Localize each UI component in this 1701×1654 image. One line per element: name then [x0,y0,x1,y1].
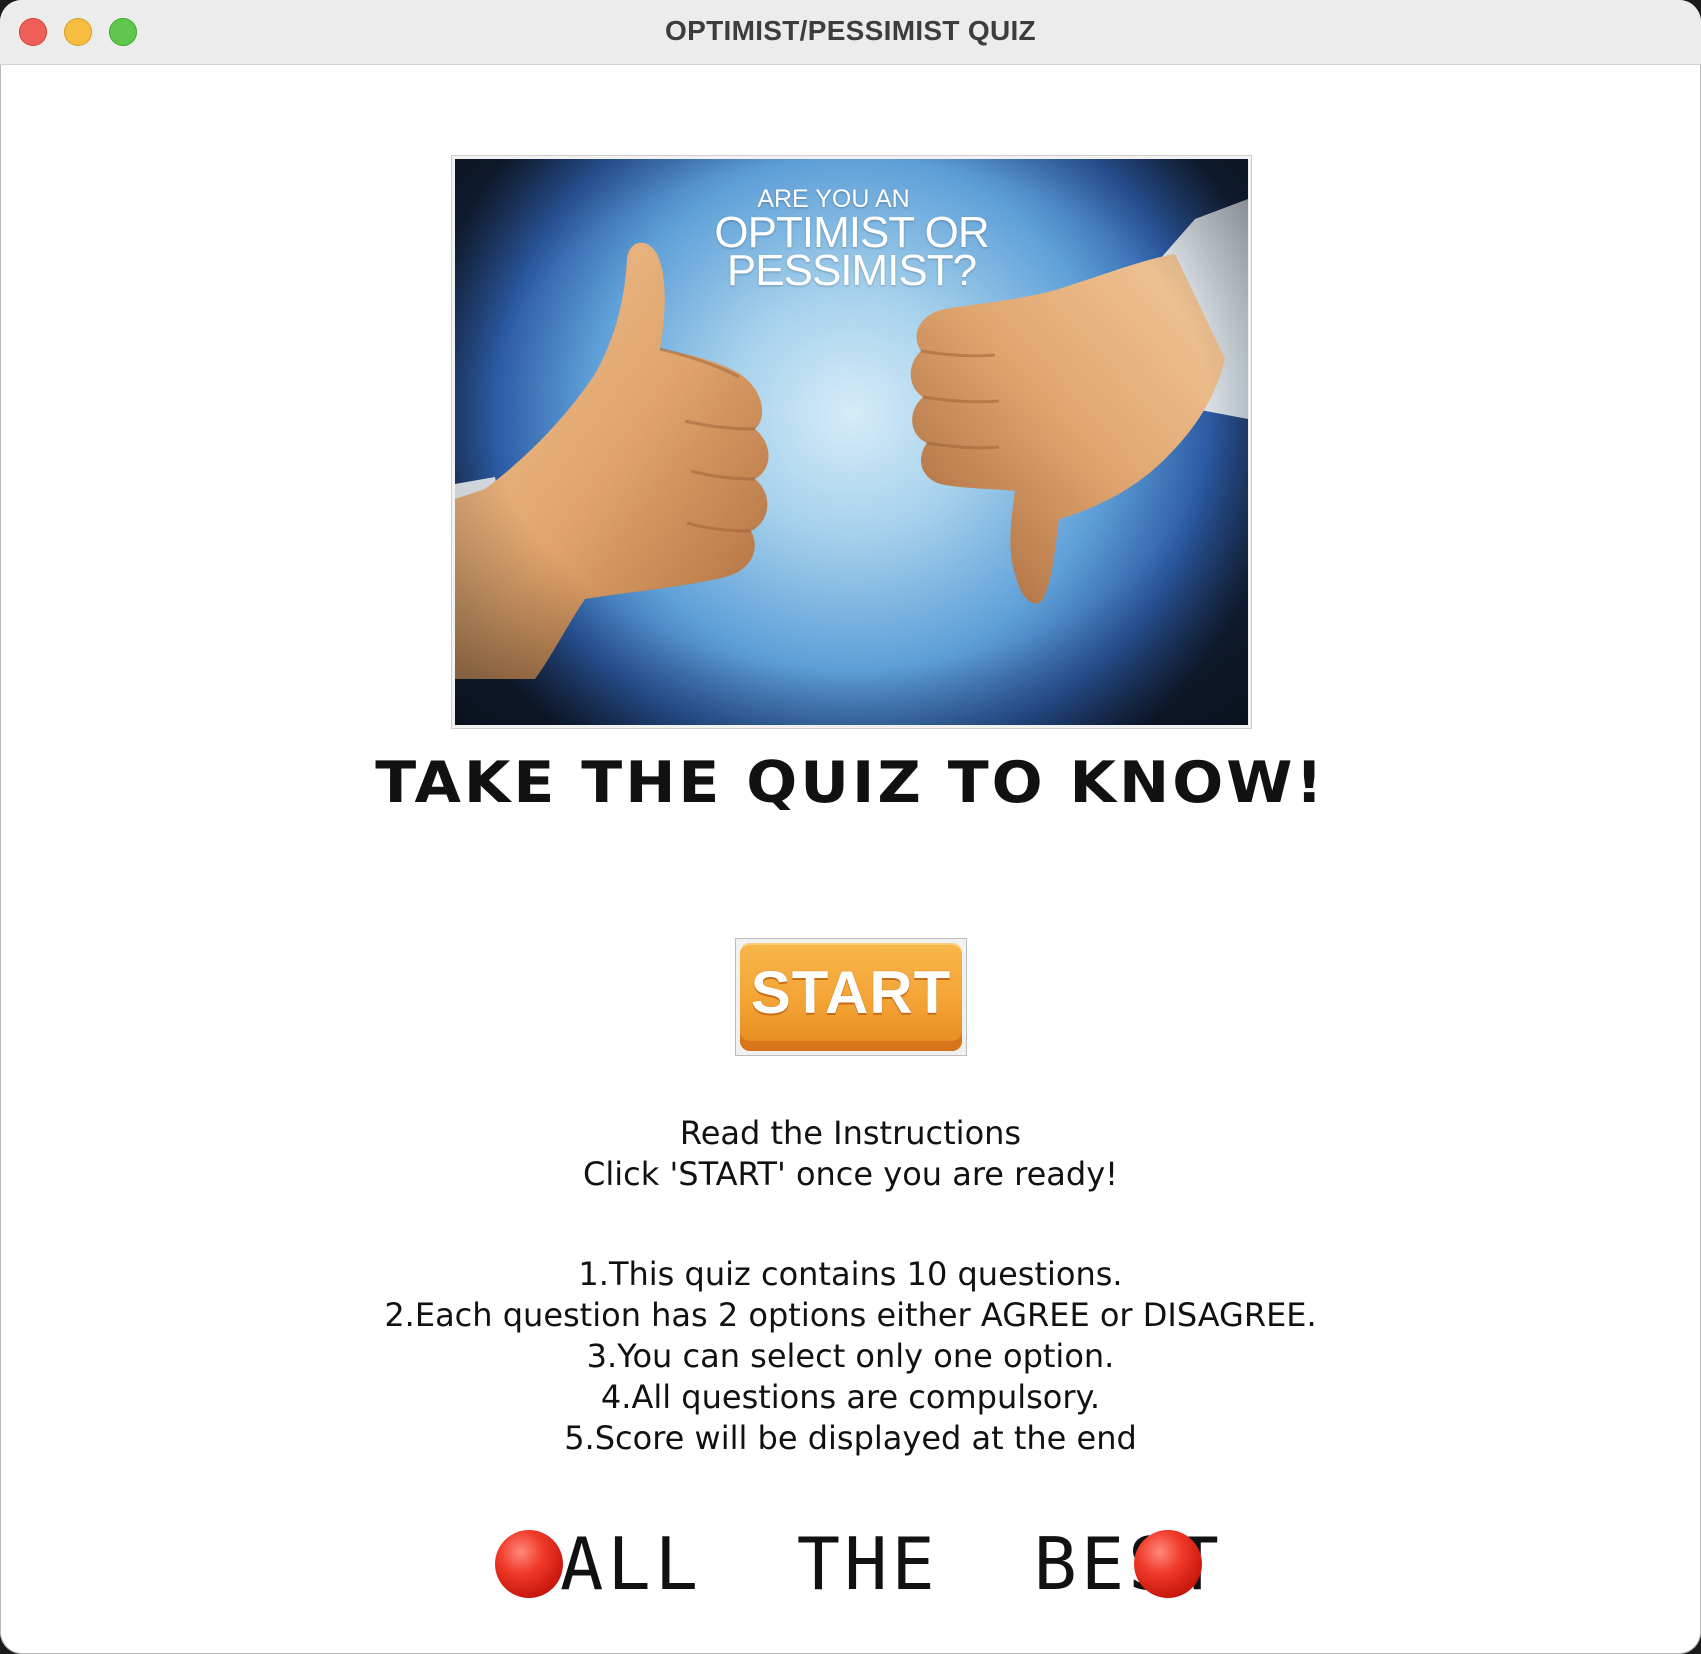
rules-list: 1.This quiz contains 10 questions. 2.Eac… [0,1254,1701,1459]
footer-message: ALL THE BEST [0,1524,1701,1604]
start-button[interactable]: START [735,938,967,1056]
instructions-line2: Click 'START' once you are ready! [583,1155,1118,1193]
quiz-window: OPTIMIST/PESSIMIST QUIZ ARE YOU AN OPTIM… [0,0,1701,1654]
start-button-label: START [750,959,952,1026]
hero-image-frame: ARE YOU AN OPTIMIST OR PESSIMIST? [451,155,1252,729]
all-the-best-text: ALL THE BEST [560,1522,1223,1606]
red-circle-icon [495,1530,563,1598]
title-bar: OPTIMIST/PESSIMIST QUIZ [0,0,1701,65]
rule-item: 2.Each question has 2 options either AGR… [384,1296,1317,1334]
instructions-line1: Read the Instructions [679,1114,1022,1152]
hero-caption-line1: ARE YOU AN [757,185,910,213]
rule-item: 4.All questions are compulsory. [600,1378,1101,1416]
rule-item: 5.Score will be displayed at the end [564,1419,1137,1457]
rule-item: 1.This quiz contains 10 questions. [578,1255,1123,1293]
instructions: Read the Instructions Click 'START' once… [0,1113,1701,1195]
page-heading: TAKE THE QUIZ TO KNOW! [375,749,1326,817]
hero-caption: ARE YOU AN OPTIMIST OR PESSIMIST? [455,185,1248,295]
window-title: OPTIMIST/PESSIMIST QUIZ [665,15,1036,46]
hero-caption-line3: PESSIMIST? [726,246,977,295]
red-circle-icon [1134,1530,1202,1598]
rule-item: 3.You can select only one option. [586,1337,1115,1375]
hero-image: ARE YOU AN OPTIMIST OR PESSIMIST? [455,159,1248,725]
